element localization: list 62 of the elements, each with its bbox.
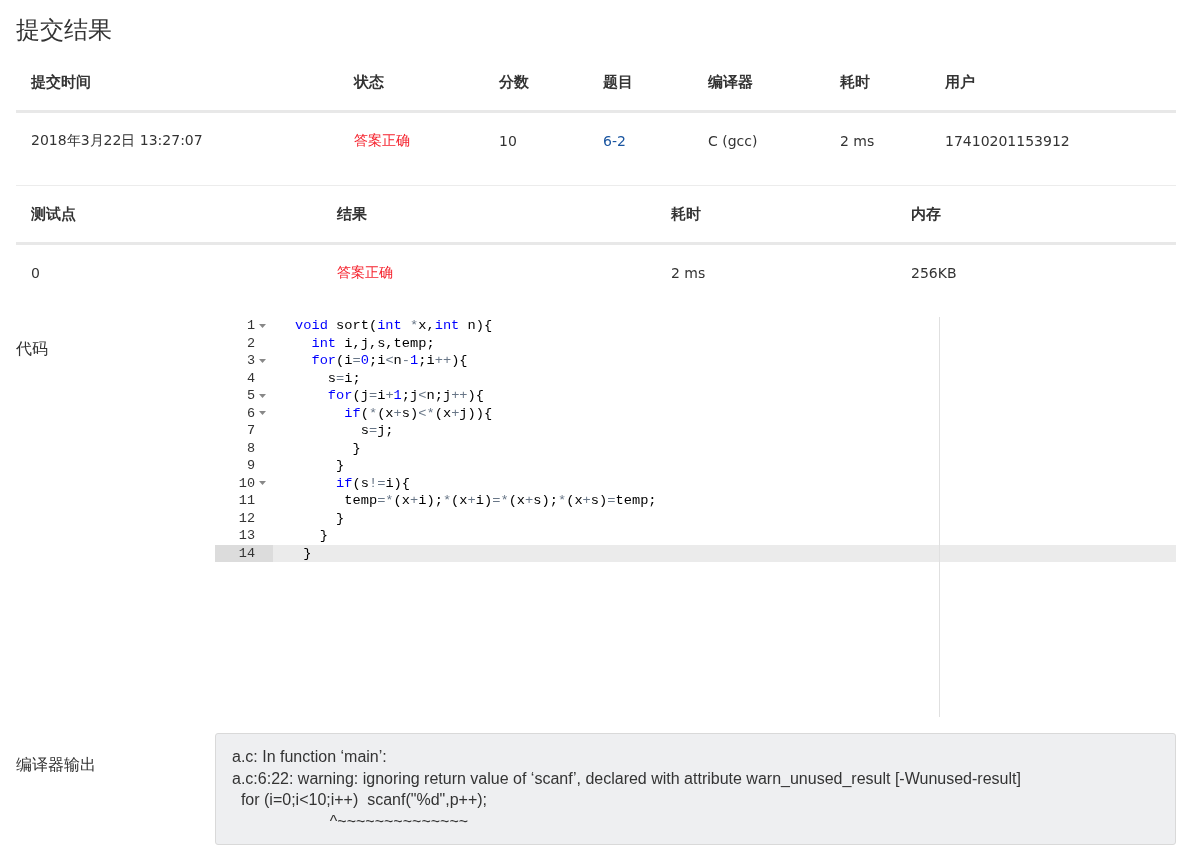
fold-arrow-icon[interactable] <box>259 411 266 416</box>
line-number: 11 <box>238 493 255 509</box>
column-header: 结果 <box>337 204 368 224</box>
column-header: 题目 <box>603 72 634 92</box>
code-line: for(i=0;i<n-1;i++){ <box>310 352 468 370</box>
code-line: s=j; <box>359 422 394 440</box>
line-number: 8 <box>246 440 255 456</box>
table-cell-text: 2 ms <box>671 265 707 281</box>
line-number: 1 <box>246 318 255 334</box>
column-header: 测试点 <box>31 204 77 224</box>
code-line: if(s!=i){ <box>335 474 411 492</box>
line-number: 5 <box>246 388 255 404</box>
output-line: ^~~~~~~~~~~~~~~ <box>328 811 470 832</box>
table-cell-text: 2018年3月22日 13:27:07 <box>31 132 204 150</box>
code-line: if(*(x+s)<*(x+j)){ <box>343 404 493 422</box>
line-number: 12 <box>238 510 255 526</box>
line-number: 7 <box>246 423 255 439</box>
line-number: 6 <box>246 405 255 421</box>
line-number: 14 <box>238 545 255 561</box>
column-header: 用户 <box>945 72 976 92</box>
column-header: 分数 <box>499 72 530 92</box>
code-line: void sort(int *x,int n){ <box>295 317 493 335</box>
column-header: 耗时 <box>671 204 702 224</box>
column-header: 内存 <box>911 204 942 224</box>
column-header: 编译器 <box>708 72 754 92</box>
fold-arrow-icon[interactable] <box>259 481 266 486</box>
column-header: 状态 <box>354 72 385 92</box>
problem-link[interactable]: 6-2 <box>603 133 708 149</box>
table-cell-text: C (gcc) <box>708 133 759 149</box>
line-number: 2 <box>246 335 255 351</box>
code-line: for(j=i+1;j<n;j++){ <box>326 387 484 405</box>
column-header: 提交时间 <box>31 72 92 92</box>
output-line: for (i=0;i<10;i++) scanf("%d",p++); <box>239 790 489 810</box>
code-line: int i,j,s,temp; <box>310 334 435 352</box>
fold-arrow-icon[interactable] <box>259 358 266 363</box>
fold-arrow-icon[interactable] <box>259 393 266 398</box>
output-line: a.c:6:22: warning: ignoring return value of ‘scanf’, declared with attribute warn_unused_result [-Wunused-result] <box>232 768 1022 789</box>
code-line: temp=*(x+i);*(x+i)=*(x+s);*(x+s)=temp; <box>343 492 657 510</box>
column-header: 耗时 <box>840 72 871 92</box>
code-line: } <box>318 527 328 545</box>
output-line: a.c: In function ‘main’: <box>232 747 388 767</box>
table-cell-text: 2 ms <box>840 133 876 149</box>
line-number: 4 <box>246 370 255 386</box>
section-label: 代码 <box>16 338 49 360</box>
section-label: 编译器输出 <box>16 754 97 776</box>
table-cell-text: 0 <box>31 265 41 281</box>
code-line: } <box>335 457 345 475</box>
status-text: 答案正确 <box>337 264 394 282</box>
fold-arrow-icon[interactable] <box>259 323 266 328</box>
line-number: 10 <box>238 475 255 491</box>
code-line: } <box>335 509 345 527</box>
table-cell-text: 256KB <box>911 265 958 281</box>
line-number: 3 <box>246 353 255 369</box>
line-number: 9 <box>246 458 255 474</box>
table-cell-text: 10 <box>499 133 518 149</box>
code-line: } <box>351 439 361 457</box>
line-number: 13 <box>238 528 255 544</box>
code-line: } <box>302 544 312 562</box>
status-text: 答案正确 <box>354 132 411 150</box>
page-title: 提交结果 <box>16 15 113 46</box>
table-cell-text: 17410201153912 <box>945 133 1071 149</box>
code-line: s=i; <box>326 369 361 387</box>
